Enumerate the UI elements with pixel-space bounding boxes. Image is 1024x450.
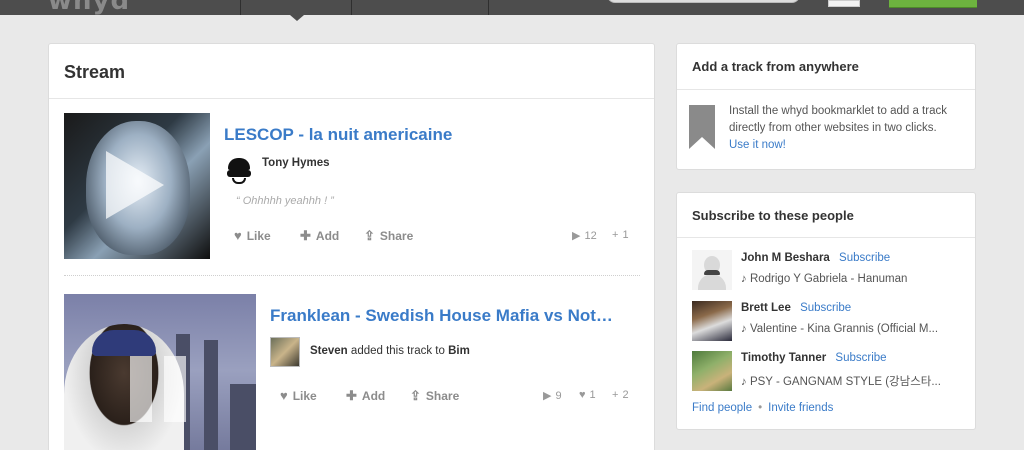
share-icon: ⇪	[364, 228, 375, 243]
person-recent-track[interactable]: ♪ Valentine - Kina Grannis (Official M..…	[741, 323, 938, 335]
play-count: ▶ 9	[543, 389, 562, 403]
track-cover-franklean[interactable]	[64, 294, 256, 450]
active-tab-indicator	[290, 15, 304, 21]
heart-count-icon: ♥	[579, 389, 586, 401]
user-avatar[interactable]	[828, 0, 860, 7]
playlist-link[interactable]: Bim	[448, 345, 470, 357]
whyd-logo[interactable]: whyd	[48, 0, 130, 16]
heart-icon: ♥	[234, 228, 242, 243]
subscribe-link[interactable]: Subscribe	[800, 302, 851, 314]
track-cover-lescop[interactable]	[64, 113, 210, 259]
add-count: + 2	[612, 389, 629, 401]
panel-divider	[677, 89, 975, 90]
share-icon: ⇪	[410, 388, 421, 403]
share-button[interactable]: ⇪ Share	[410, 388, 459, 404]
subscribe-link[interactable]: Subscribe	[835, 352, 886, 364]
track-title-link[interactable]: LESCOP - la nuit americaine	[224, 125, 452, 145]
add-count: + 1	[612, 229, 629, 241]
nav-separator	[240, 0, 241, 15]
poster-line: Steven added this track to Bim	[310, 345, 470, 357]
add-count-icon: +	[612, 229, 619, 241]
post-comment: “ Ohhhhh yeahhh ! ”	[236, 195, 334, 207]
panel-divider	[677, 237, 975, 238]
bookmarklet-description: Install the whyd bookmarklet to add a tr…	[729, 105, 947, 151]
bookmarklet-title: Add a track from anywhere	[692, 59, 859, 74]
play-count: ▶ 12	[572, 229, 597, 243]
like-button[interactable]: ♥ Like	[280, 388, 317, 403]
header-divider	[49, 98, 654, 99]
use-it-now-link[interactable]: Use it now!	[729, 139, 786, 151]
poster-name[interactable]: Steven	[310, 345, 348, 357]
add-button[interactable]: ✚ Add	[300, 228, 339, 244]
heart-icon: ♥	[280, 388, 288, 403]
person-name[interactable]: John M Beshara Subscribe	[741, 252, 890, 264]
person-recent-track[interactable]: ♪ PSY - GANGNAM STYLE (강남스타...	[741, 373, 941, 389]
avatar[interactable]	[692, 250, 732, 290]
subscribe-footer: Find people • Invite friends	[692, 402, 834, 414]
track-title-link[interactable]: Franklean - Swedish House Mafia vs Not…	[270, 306, 613, 326]
nav-separator	[351, 0, 352, 15]
avatar[interactable]	[692, 351, 732, 391]
user-avatar-steven[interactable]	[270, 337, 300, 367]
search-input[interactable]	[607, 0, 800, 3]
play-count-icon: ▶	[543, 390, 552, 402]
find-people-link[interactable]: Find people	[692, 402, 752, 414]
plus-icon: ✚	[346, 388, 357, 403]
add-button[interactable]: ✚ Add	[346, 388, 385, 404]
avatar[interactable]	[692, 301, 732, 341]
nav-separator	[488, 0, 489, 15]
person-recent-track[interactable]: ♪ Rodrigo Y Gabriela - Hanuman	[741, 273, 907, 285]
add-track-button[interactable]	[889, 0, 977, 8]
user-avatar-tony[interactable]	[224, 156, 254, 186]
stream-panel: Stream LESCOP - la nuit americaine Tony …	[48, 43, 655, 450]
subscribe-title: Subscribe to these people	[692, 208, 854, 223]
subscribe-panel: Subscribe to these people John M Beshara…	[676, 192, 976, 430]
share-button[interactable]: ⇪ Share	[364, 228, 413, 244]
pause-icon[interactable]	[130, 356, 190, 424]
plus-icon: ✚	[300, 228, 311, 243]
like-count: ♥ 1	[579, 389, 596, 401]
poster-name[interactable]: Tony Hymes	[262, 157, 330, 169]
top-navigation-bar: whyd	[0, 0, 1024, 16]
add-count-icon: +	[612, 389, 619, 401]
play-icon[interactable]	[106, 151, 164, 219]
bookmark-icon-notch	[689, 137, 715, 149]
invite-friends-link[interactable]: Invite friends	[768, 402, 833, 414]
stream-title: Stream	[64, 62, 126, 82]
play-count-icon: ▶	[572, 230, 581, 242]
person-name[interactable]: Brett Lee Subscribe	[741, 302, 851, 314]
bookmarklet-panel: Add a track from anywhere Install the wh…	[676, 43, 976, 170]
post-divider	[64, 275, 640, 276]
like-button[interactable]: ♥ Like	[234, 228, 271, 243]
subscribe-link[interactable]: Subscribe	[839, 252, 890, 264]
person-name[interactable]: Timothy Tanner Subscribe	[741, 352, 887, 364]
